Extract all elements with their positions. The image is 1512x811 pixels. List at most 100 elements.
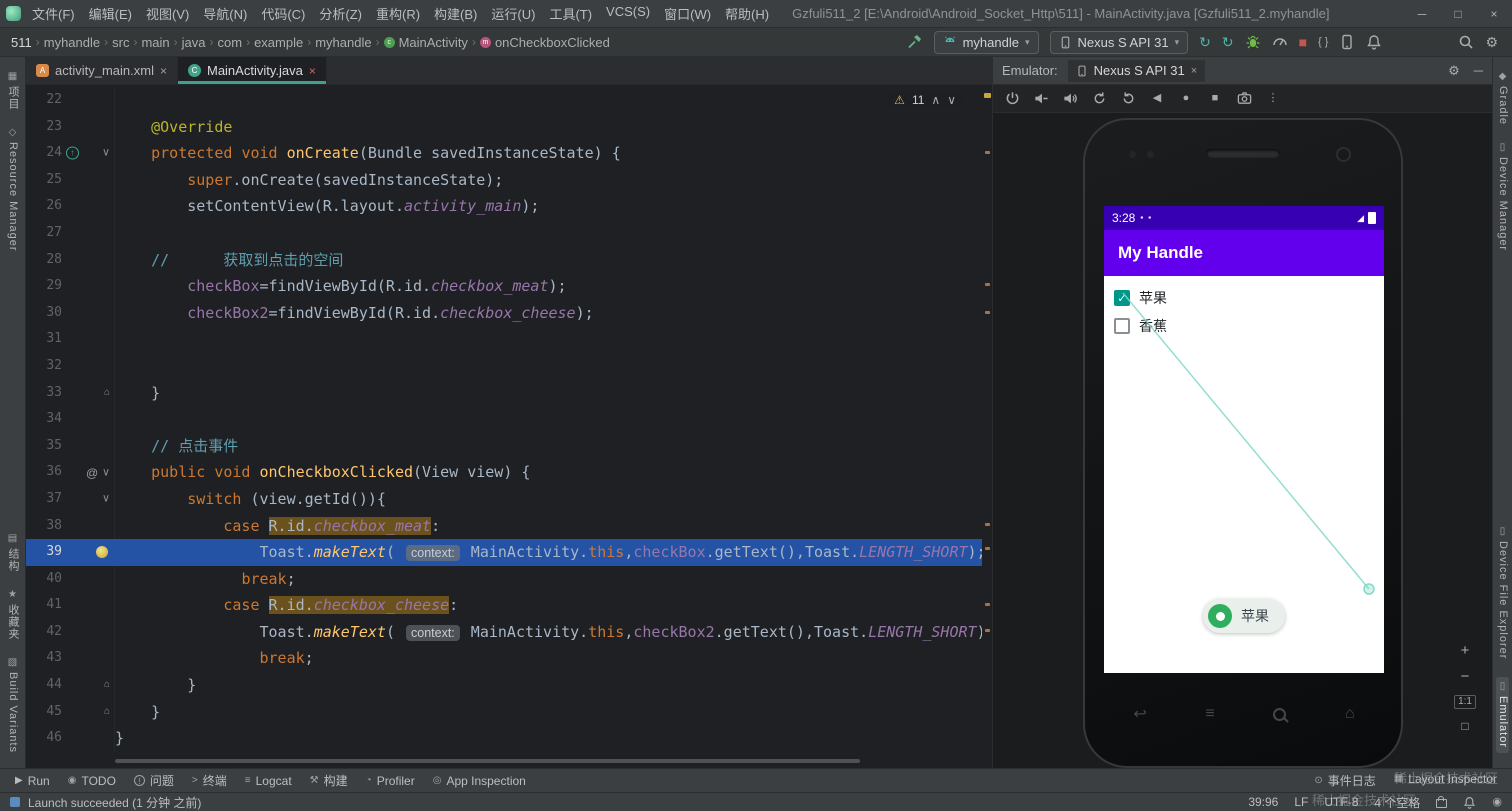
- back-icon[interactable]: ◀: [1149, 91, 1165, 107]
- line-ending[interactable]: LF: [1294, 795, 1308, 809]
- code-line[interactable]: 35 // 点击事件: [26, 432, 982, 460]
- editor-tab[interactable]: C MainActivity.java ×: [177, 57, 327, 84]
- tool-window-button-emulator[interactable]: ▯ Emulator: [1496, 676, 1509, 753]
- volume-down-icon[interactable]: [1033, 91, 1049, 107]
- code-line[interactable]: 26 setContentView(R.layout.activity_main…: [26, 193, 982, 220]
- breadcrumb-item[interactable]: myhandle: [41, 35, 103, 50]
- run-icon[interactable]: ↻: [1199, 35, 1211, 49]
- close-icon[interactable]: ×: [1476, 0, 1512, 28]
- bell-icon[interactable]: [1463, 796, 1476, 809]
- breadcrumb-item[interactable]: com: [215, 35, 246, 50]
- maximize-icon[interactable]: □: [1440, 0, 1476, 28]
- tool-window-button-tool[interactable]: ▦ 项目: [7, 72, 19, 111]
- checkbox-unchecked-icon[interactable]: [1114, 318, 1130, 334]
- code-line[interactable]: 22: [26, 87, 982, 114]
- tool-window-button-tool[interactable]: ▤ 结构: [7, 533, 19, 572]
- tool-window-button-todo[interactable]: ◉ TODO: [59, 769, 125, 792]
- code-line[interactable]: 24 ↑ ∨ protected void onCreate(Bundle save…: [26, 140, 982, 167]
- debug-bug-icon[interactable]: [1245, 34, 1261, 50]
- editor-horizontal-scrollbar[interactable]: [115, 759, 860, 763]
- tool-window-button-resource-manager[interactable]: ◇ Resource Manager: [7, 128, 19, 252]
- panel-hide-icon[interactable]: ─: [1474, 63, 1483, 79]
- breadcrumb-item[interactable]: c MainActivity: [381, 35, 471, 50]
- emulator-screen[interactable]: 3:28 ▪ ▪ ◢ My Handle ✓ 苹果 香蕉 苹果: [1104, 206, 1384, 673]
- menu-item[interactable]: 运行(U): [484, 4, 542, 23]
- settings-gear-icon[interactable]: ⚙: [1485, 35, 1498, 49]
- breadcrumb-item[interactable]: myhandle: [312, 35, 374, 50]
- code-editor[interactable]: 22 23 @Override 24 ↑ ∨ protected void onCrea…: [26, 85, 992, 768]
- breadcrumb-item[interactable]: main: [138, 35, 172, 50]
- tool-window-button-run[interactable]: ▶ Run: [6, 769, 59, 792]
- code-line[interactable]: 33 ⌂ }: [26, 379, 982, 407]
- profiler-gauge-icon[interactable]: [1272, 34, 1288, 50]
- menu-item[interactable]: 重构(R): [369, 4, 427, 23]
- braces-icon[interactable]: { }: [1318, 36, 1328, 48]
- menu-item[interactable]: 窗口(W): [657, 4, 718, 23]
- zoom-in-button[interactable]: +: [1461, 643, 1470, 658]
- prev-issue-icon[interactable]: ∧: [931, 93, 940, 107]
- tool-window-button-terminal[interactable]: > 终端: [183, 769, 236, 792]
- editor-scrollbar[interactable]: [982, 85, 992, 756]
- breadcrumb-item[interactable]: 511: [8, 35, 35, 50]
- notifications-bell-icon[interactable]: [1366, 34, 1382, 50]
- volume-up-icon[interactable]: [1062, 91, 1078, 107]
- code-line[interactable]: 43 break;: [26, 645, 982, 673]
- panel-gear-icon[interactable]: ⚙: [1448, 63, 1460, 79]
- tab-close-icon[interactable]: ×: [309, 64, 316, 78]
- editor-tab[interactable]: Aactivity_main.xml ×: [26, 57, 178, 84]
- device-manager-icon[interactable]: [1339, 34, 1355, 50]
- phone-home-icon[interactable]: ⌂: [1345, 705, 1355, 723]
- next-issue-icon[interactable]: ∨: [947, 93, 956, 107]
- stop-icon[interactable]: ■: [1299, 35, 1307, 49]
- inspection-widget[interactable]: ⚠ 11 ∧ ∨: [888, 91, 962, 109]
- code-line[interactable]: 34: [26, 406, 982, 433]
- menu-item[interactable]: 文件(F): [25, 4, 82, 23]
- more-icon[interactable]: ⋮: [1265, 91, 1281, 107]
- apply-changes-icon[interactable]: ↻: [1222, 35, 1234, 49]
- checkbox-row-apple[interactable]: ✓ 苹果: [1114, 284, 1374, 312]
- tool-window-button-eventlog[interactable]: ⊙ 事件日志: [1305, 772, 1384, 789]
- code-line[interactable]: 37 ∨ switch (view.getId()){: [26, 485, 982, 513]
- code-line[interactable]: 25 super.onCreate(savedInstanceState);: [26, 166, 982, 194]
- zoom-out-button[interactable]: −: [1461, 669, 1470, 684]
- emulator-device-tab[interactable]: Nexus S API 31 ×: [1067, 59, 1206, 82]
- code-line[interactable]: 38 case R.id.checkbox_meat:: [26, 512, 982, 540]
- fold-end-icon[interactable]: ⌂: [104, 387, 110, 398]
- lock-icon[interactable]: [1436, 796, 1448, 808]
- checkbox-row-banana[interactable]: 香蕉: [1114, 312, 1374, 340]
- minimize-icon[interactable]: ─: [1404, 0, 1440, 28]
- event-indicator-icon[interactable]: ◉: [1492, 796, 1502, 808]
- intention-bulb-icon[interactable]: [96, 546, 108, 559]
- breadcrumb-item[interactable]: example: [251, 35, 306, 50]
- code-line[interactable]: 27: [26, 219, 982, 247]
- fold-arrow-icon[interactable]: ∨: [102, 493, 110, 505]
- tool-window-button-device-manager[interactable]: ▯ Device Manager: [1497, 143, 1509, 252]
- annotation-marker-icon[interactable]: @: [86, 467, 98, 479]
- code-line[interactable]: 36 @ ∨ public void onCheckboxClicked(View …: [26, 459, 982, 486]
- menu-item[interactable]: VCS(S): [599, 4, 657, 23]
- code-line[interactable]: 28 // 获取到点击的空间: [26, 246, 982, 274]
- phone-search-icon[interactable]: [1273, 707, 1287, 721]
- menu-item[interactable]: 帮助(H): [718, 4, 776, 23]
- caret-position[interactable]: 39:96: [1248, 795, 1278, 809]
- tool-window-button-build[interactable]: ⚒ 构建: [301, 769, 357, 792]
- zoom-reset-button[interactable]: 1:1: [1454, 695, 1476, 709]
- camera-icon[interactable]: [1236, 91, 1252, 107]
- code-line[interactable]: 42 Toast.makeText( context: MainActivity…: [26, 618, 982, 646]
- tab-close-icon[interactable]: ×: [160, 64, 167, 78]
- menu-item[interactable]: 分析(Z): [312, 4, 369, 23]
- tool-window-button-build-variants[interactable]: ▧ Build Variants: [7, 657, 19, 753]
- checkbox-checked-icon[interactable]: ✓: [1114, 290, 1130, 306]
- code-line[interactable]: 23 @Override: [26, 113, 982, 141]
- build-hammer-icon[interactable]: [907, 34, 923, 50]
- phone-back-icon[interactable]: ↩: [1133, 704, 1146, 724]
- breadcrumb-item[interactable]: java: [179, 35, 209, 50]
- zoom-fit-button[interactable]: □: [1461, 720, 1468, 732]
- breadcrumb-item[interactable]: src: [109, 35, 132, 50]
- code-line[interactable]: 46}: [26, 725, 982, 752]
- code-line[interactable]: 45 ⌂ }: [26, 698, 982, 726]
- tab-close-icon[interactable]: ×: [1191, 65, 1197, 77]
- fold-end-icon[interactable]: ⌂: [104, 706, 110, 717]
- breadcrumb-item[interactable]: m onCheckboxClicked: [477, 35, 613, 50]
- phone-menu-icon[interactable]: ≡: [1205, 705, 1214, 723]
